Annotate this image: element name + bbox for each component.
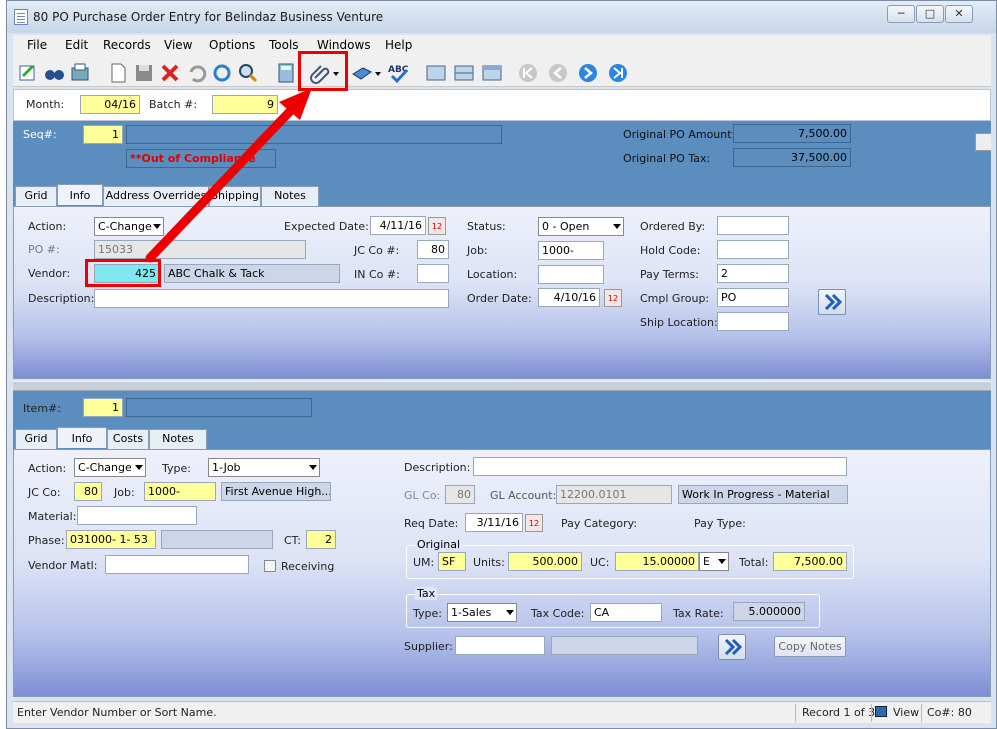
highlight-vendor-box xyxy=(85,259,161,287)
annotation-arrow xyxy=(145,88,312,263)
highlight-attachment-box xyxy=(298,51,348,91)
